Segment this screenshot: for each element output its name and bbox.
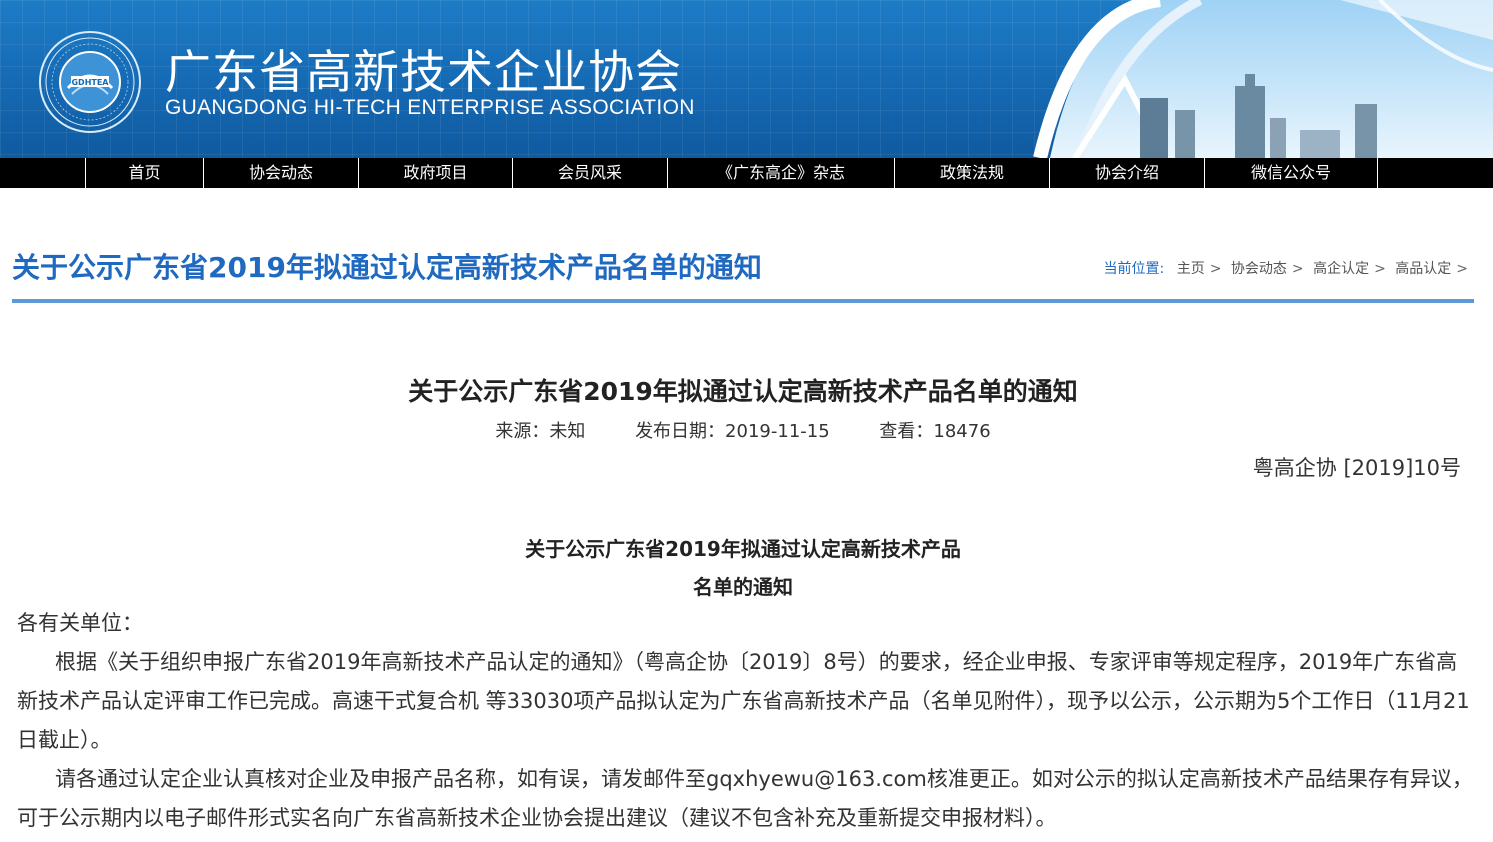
nav-item-policy[interactable]: 政策法规 [895, 158, 1050, 188]
article-body: 各有关单位： 根据《关于组织申报广东省2019年高新技术产品认定的通知》（粤高企… [17, 604, 1477, 838]
article-views: 查看：18476 [879, 421, 991, 442]
breadcrumb-separator: > [1209, 261, 1222, 277]
breadcrumb-label: 当前位置: [1103, 261, 1165, 277]
article-subtitle-line1: 关于公示广东省2019年拟通过认定高新技术产品 [525, 537, 961, 561]
header-banner: GDHTEA 广东省高新技术企业协会 GUANGDONG HI-TECH ENT… [0, 0, 1493, 158]
breadcrumb-item-certification[interactable]: 高企认定 [1313, 261, 1369, 277]
title-divider [12, 299, 1474, 303]
breadcrumb-separator: > [1291, 261, 1304, 277]
site-title-en: GUANGDONG HI-TECH ENTERPRISE ASSOCIATION [165, 96, 695, 119]
nav-item-magazine[interactable]: 《广东高企》杂志 [668, 158, 895, 188]
breadcrumb-separator: > [1456, 261, 1468, 277]
nav-item-news[interactable]: 协会动态 [204, 158, 359, 188]
document-number: 粤高企协 [2019]10号 [1252, 456, 1461, 480]
skyline-illustration [1033, 0, 1493, 158]
nav-spacer [0, 158, 86, 188]
nav-item-members[interactable]: 会员风采 [513, 158, 668, 188]
breadcrumb-item-home[interactable]: 主页 [1177, 261, 1205, 277]
breadcrumb-item-news[interactable]: 协会动态 [1231, 261, 1287, 277]
salutation: 各有关单位： [17, 611, 143, 635]
breadcrumb: 当前位置: 主页 > 协会动态 > 高企认定 > 高品认定 > [1104, 258, 1473, 278]
paragraph-2: 请各通过认定企业认真核对企业及申报产品名称，如有误，请发邮件至gqxhyewu@… [17, 767, 1473, 830]
article-date: 发布日期：2019-11-15 [635, 421, 830, 442]
article-meta: 来源：未知 发布日期：2019-11-15 查看：18476 [0, 417, 1486, 443]
article-title: 关于公示广东省2019年拟通过认定高新技术产品名单的通知 [408, 377, 1078, 406]
nav-item-gov-projects[interactable]: 政府项目 [359, 158, 513, 188]
breadcrumb-item-product-cert[interactable]: 高品认定 [1395, 261, 1451, 277]
page-title: 关于公示广东省2019年拟通过认定高新技术产品名单的通知 [12, 251, 762, 284]
nav-item-about[interactable]: 协会介绍 [1050, 158, 1205, 188]
paragraph-1: 根据《关于组织申报广东省2019年高新技术产品认定的通知》（粤高企协〔2019〕… [17, 650, 1470, 752]
logo-text: GDHTEA [71, 78, 109, 87]
article-source: 来源：未知 [495, 421, 586, 442]
nav-item-wechat[interactable]: 微信公众号 [1205, 158, 1378, 188]
association-logo-icon[interactable]: GDHTEA [38, 30, 142, 134]
main-nav: 首页 协会动态 政府项目 会员风采 《广东高企》杂志 政策法规 协会介绍 微信公… [0, 158, 1493, 188]
nav-item-home[interactable]: 首页 [86, 158, 204, 188]
article-subtitle: 关于公示广东省2019年拟通过认定高新技术产品 名单的通知 [0, 530, 1486, 606]
breadcrumb-separator: > [1374, 261, 1386, 277]
article-subtitle-line2: 名单的通知 [693, 575, 793, 599]
site-title-cn: 广东省高新技术企业协会 [165, 45, 682, 99]
